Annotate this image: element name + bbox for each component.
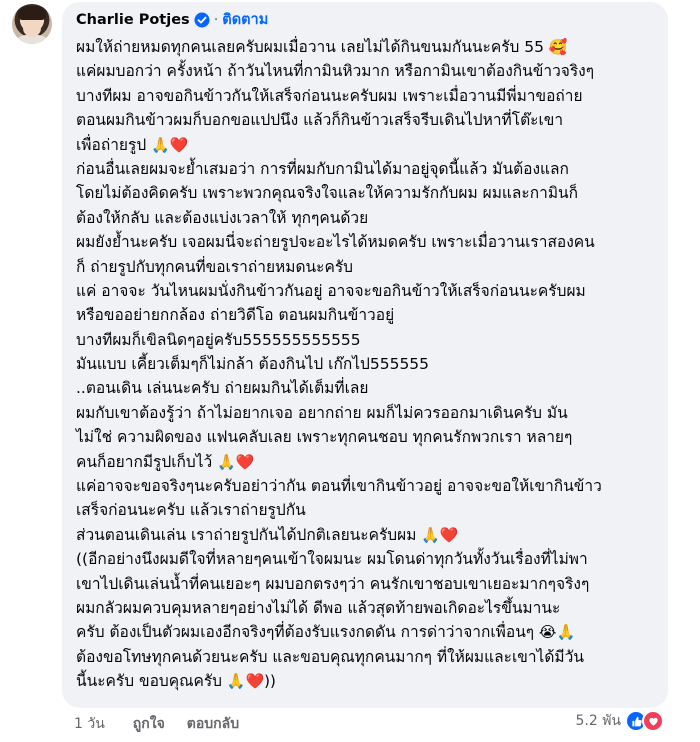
comment-line-text: บางทีผมก็เขิลนิดๆอยู่ครับ555555555555: [76, 330, 361, 349]
comment-line: ไม่ใช่ ความผิดของ แฟนคลับเลย เพราะทุกคนช…: [76, 425, 666, 449]
comment-line: บางทีผม อาจขอกินข้าวกันให้เสร็จก่อนนะครั…: [76, 84, 666, 108]
comment-line-text: ((อีกอย่างนึงผมดีใจที่หลายๆคนเข้าใจผมนะ …: [76, 550, 588, 569]
follow-button[interactable]: ติดตาม: [222, 10, 268, 30]
comment-line-text: ตอนผมกินข้าวผมก็บอกขอแปปนึง แล้วก็กินข้า…: [76, 111, 564, 130]
comment-line-text: เพื่อถ่ายรูป: [76, 135, 147, 154]
comment-line: บางทีผมก็เขิลนิดๆอยู่ครับ555555555555: [76, 328, 666, 352]
pray-emoji-icon: 🙏: [146, 135, 170, 154]
comment-text: ผมให้ถ่ายหมดทุกคนเลยครับผมเมื่อวาน เลยไม…: [76, 35, 666, 694]
comment-line-text: ..ตอนเดิน เล่นนะครับ ถ่ายผมกินได้เต็มที่…: [76, 379, 369, 398]
reply-button[interactable]: ตอบกลับ: [187, 713, 239, 735]
comment-line: เสร็จก่อนนะครับ แล้วเราถ่ายรูปกัน: [76, 498, 666, 522]
comment-line-text: คนก็อยากมีรูปเก็บไว้: [76, 452, 213, 471]
comment-line: ((อีกอย่างนึงผมดีใจที่หลายๆคนเข้าใจผมนะ …: [76, 547, 666, 571]
comment-line: ก่อนอื่นเลยผมจะย้ำเสมอว่า การที่ผมกับกาม…: [76, 157, 666, 181]
comment-line: นี้นะครับ ขอบคุณครับ 🙏❤️)): [76, 669, 666, 693]
comment-line-text: โดยไม่ต้องคิดครับ เพราะพวกคุณจริงใจและให…: [76, 184, 579, 203]
comment-line-text: บางทีผม อาจขอกินข้าวกันให้เสร็จก่อนนะครั…: [76, 86, 583, 105]
comment-header: Charlie Potjes · ติดตาม: [76, 10, 268, 30]
comment-line-text: ต้องให้กลับ และต้องแบ่งเวลาให้ ทุกๆคนด้ว…: [76, 208, 369, 227]
pray-emoji-icon: 🙏: [416, 525, 440, 544]
comment-line-text: ก่อนอื่นเลยผมจะย้ำเสมอว่า การที่ผมกับกาม…: [76, 159, 569, 178]
comment-line: ผมกลัวผมควบคุมหลายๆอย่างไม่ได้ ดีพอ แล้ว…: [76, 596, 666, 620]
pray-emoji-icon: 🙏: [212, 452, 236, 471]
comment-line-text: ต้องขอโทษทุกคนด้วยนะครับ และขอบคุณทุกคนม…: [76, 647, 584, 666]
comment-line: คนก็อยากมีรูปเก็บไว้ 🙏❤️: [76, 450, 666, 474]
heart-emoji-icon: ❤️: [439, 525, 459, 544]
comment-line-text: มันแบบ เคี้ยวเต็มๆก็ไม่กล้า ต้องกินไป เก…: [76, 355, 430, 374]
comment-line-text: เขาไปเดินเล่นน้ำที่คนเยอะๆ ผมบอกตรงๆว่า …: [76, 574, 590, 593]
comment-line: ส่วนตอนเดินเล่น เราถ่ายรูปกันได้ปกติเลยน…: [76, 523, 666, 547]
comment-line: โดยไม่ต้องคิดครับ เพราะพวกคุณจริงใจและให…: [76, 181, 666, 205]
comment-line: ต้องขอโทษทุกคนด้วยนะครับ และขอบคุณทุกคนม…: [76, 645, 666, 669]
comment-line-text: ผมให้ถ่ายหมดทุกคนเลยครับผมเมื่อวาน เลยไม…: [76, 38, 545, 56]
comment-line-text: แค่อาจจะขอจริงๆนะครับอย่าว่ากัน ตอนที่เข…: [76, 477, 602, 496]
comment-line-text: แค่ อาจจะ วันไหนผมนั่งกินข้าวกันอยู่ อาจ…: [76, 281, 586, 300]
comment-line: ..ตอนเดิน เล่นนะครับ ถ่ายผมกินได้เต็มที่…: [76, 376, 666, 400]
comment-timestamp[interactable]: 1 วัน: [74, 713, 105, 735]
comment-line-text: ส่วนตอนเดินเล่น เราถ่ายรูปกันได้ปกติเลยน…: [76, 525, 417, 544]
comment-line: มันแบบ เคี้ยวเต็มๆก็ไม่กล้า ต้องกินไป เก…: [76, 352, 666, 376]
comment-line: แค่ผมบอกว่า ครั้งหน้า ถ้าวันไหนที่กามินห…: [76, 59, 666, 83]
reaction-summary[interactable]: 5.2 พัน: [575, 710, 664, 732]
love-reaction-icon: [642, 710, 664, 732]
comment-line-text: ไม่ใช่ ความผิดของ แฟนคลับเลย เพราะทุกคนช…: [76, 428, 573, 447]
heart-emoji-icon: ❤️: [245, 672, 265, 691]
heart-emoji-icon: ❤️: [169, 135, 189, 154]
pray-emoji-icon: 🙏: [222, 672, 246, 691]
comment-line: เขาไปเดินเล่นน้ำที่คนเยอะๆ ผมบอกตรงๆว่า …: [76, 572, 666, 596]
comment-line: ต้องให้กลับ และต้องแบ่งเวลาให้ ทุกๆคนด้ว…: [76, 206, 666, 230]
comment-line-text: ผมกลัวผมควบคุมหลายๆอย่างไม่ได้ ดีพอ แล้ว…: [76, 598, 561, 617]
comment-line: ครับ ต้องเป็นตัวผมเองอีกจริงๆที่ต้องรับแ…: [76, 620, 666, 644]
comment-line: หรือขออย่ายกกล้อง ถ่ายวิดีโอ ตอนผมกินข้า…: [76, 303, 666, 327]
avatar[interactable]: [12, 4, 52, 44]
comment-line: ก็ ถ่ายรูปกับทุกคนที่ขอเราถ่ายหมดนะครับ: [76, 255, 666, 279]
comment-line-text: เสร็จก่อนนะครับ แล้วเราถ่ายรูปกัน: [76, 501, 306, 520]
comment-line: ผมกับเขาต้องรู้ว่า ถ้าไม่อยากเจอ อยากถ่า…: [76, 401, 666, 425]
comment-line: ผมให้ถ่ายหมดทุกคนเลยครับผมเมื่อวาน เลยไม…: [76, 35, 666, 59]
comment-line: แค่อาจจะขอจริงๆนะครับอย่าว่ากัน ตอนที่เข…: [76, 474, 666, 498]
comment-line-text: ผมกับเขาต้องรู้ว่า ถ้าไม่อยากเจอ อยากถ่า…: [76, 403, 568, 422]
crying-emoji-icon: 😭: [534, 623, 557, 642]
avatar-hair: [18, 6, 46, 20]
comment-line: ผมยังย้ำนะครับ เจอผมนี่จะถ่ายรูปจะอะไรได…: [76, 230, 666, 254]
comment-line-text: นี้นะครับ ขอบคุณครับ: [76, 672, 223, 691]
comment-line: ตอนผมกินข้าวผมก็บอกขอแปปนึง แล้วก็กินข้า…: [76, 108, 666, 132]
comment-line-text: แค่ผมบอกว่า ครั้งหน้า ถ้าวันไหนที่กามินห…: [76, 62, 595, 81]
comment-line-text: ก็ ถ่ายรูปกับทุกคนที่ขอเราถ่ายหมดนะครับ: [76, 257, 354, 276]
comment-line-text: หรือขออย่ายกกล้อง ถ่ายวิดีโอ ตอนผมกินข้า…: [76, 306, 395, 325]
like-button[interactable]: ถูกใจ: [133, 713, 165, 735]
comment-line-text: ครับ ต้องเป็นตัวผมเองอีกจริงๆที่ต้องรับแ…: [76, 623, 535, 642]
separator-dot: ·: [213, 12, 219, 28]
comment-line-text: ผมยังย้ำนะครับ เจอผมนี่จะถ่ายรูปจะอะไรได…: [76, 233, 595, 252]
smiling-hearts-emoji-icon: 🥰: [544, 38, 568, 56]
closing-paren-text: )): [264, 672, 276, 691]
comment-line: เพื่อถ่ายรูป 🙏❤️: [76, 133, 666, 157]
reaction-count: 5.2 พัน: [575, 713, 621, 729]
heart-emoji-icon: ❤️: [235, 452, 255, 471]
comment-line: แค่ อาจจะ วันไหนผมนั่งกินข้าวกันอยู่ อาจ…: [76, 279, 666, 303]
comment-actions: 1 วัน ถูกใจ ตอบกลับ: [74, 713, 261, 735]
author-name[interactable]: Charlie Potjes: [76, 10, 190, 30]
pray-emoji-icon: 🙏: [556, 623, 576, 642]
verified-badge-icon: [194, 12, 210, 28]
